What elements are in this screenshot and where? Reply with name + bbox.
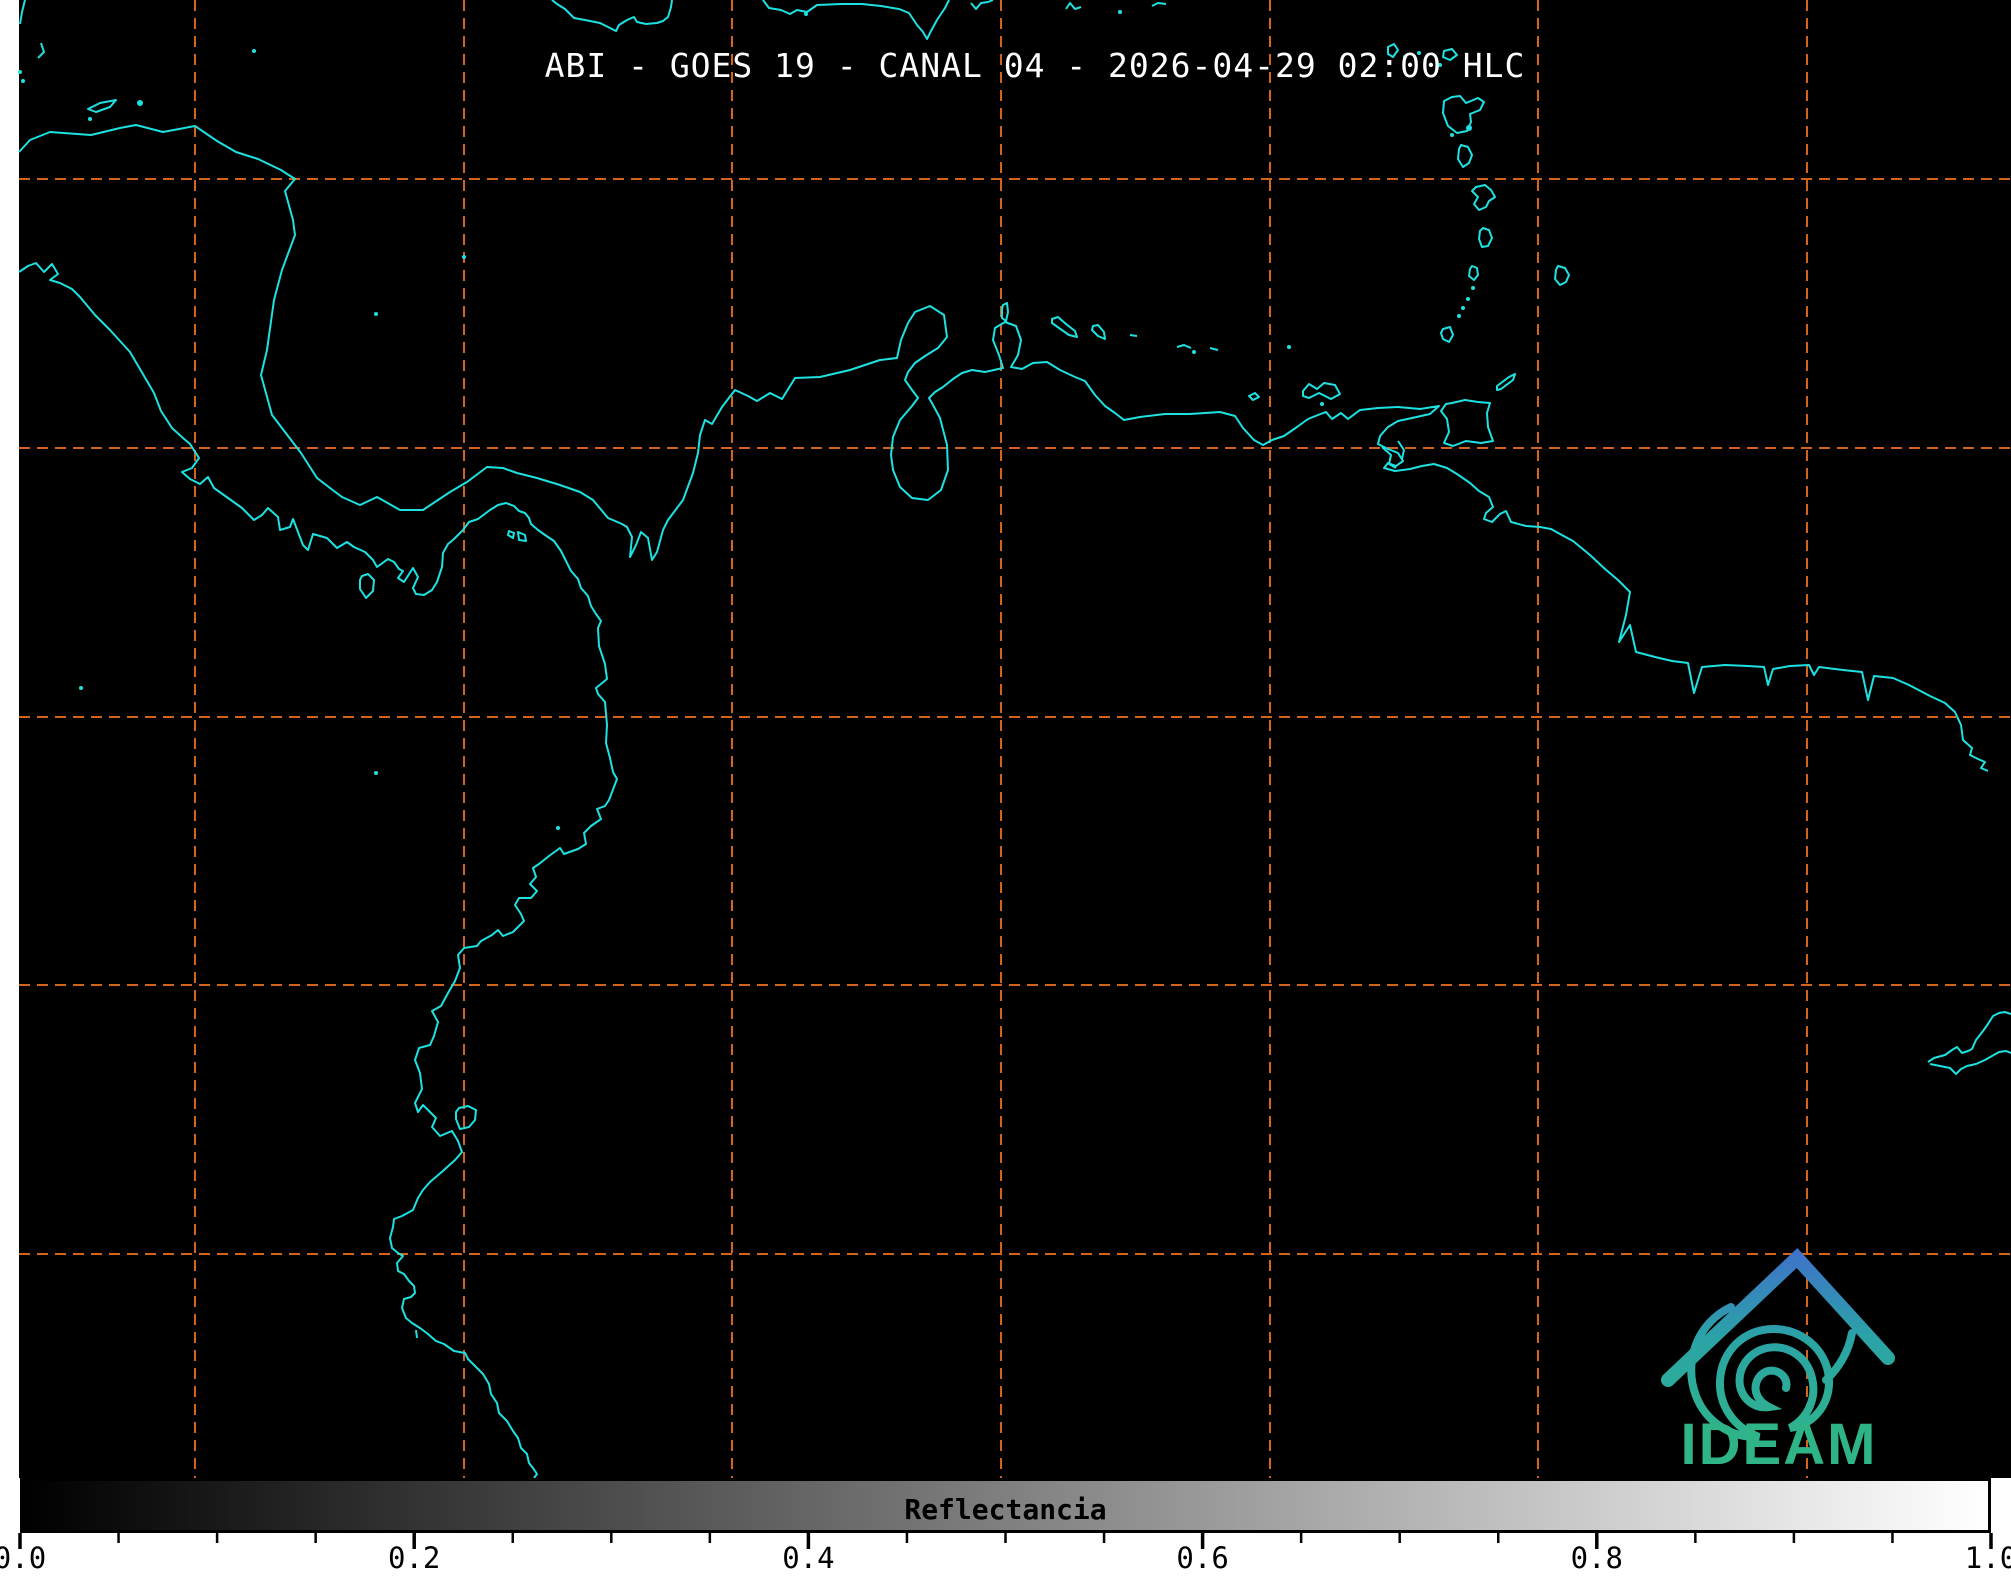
- satellite-viewer: ABI - GOES 19 - CANAL 04 - 2026-04-29 02…: [0, 0, 2011, 1577]
- colorbar-tick-label: 0.0: [0, 1541, 47, 1575]
- colorbar-band: Reflectancia 0.0 0.2 0.4 0.6 0.8 1.0: [0, 1478, 2011, 1577]
- colorbar-tick-label: 0.4: [782, 1541, 835, 1575]
- colorbar-tick-label: 0.8: [1570, 1541, 1623, 1575]
- ideam-logo-text: IDEAM: [1681, 1412, 1878, 1477]
- ideam-logo: IDEAM: [1661, 1248, 1895, 1477]
- image-title: ABI - GOES 19 - CANAL 04 - 2026-04-29 02…: [544, 46, 1526, 85]
- colorbar-ticks: [18, 1533, 1993, 1549]
- colorbar-tick-label: 0.2: [387, 1541, 441, 1575]
- colorbar-tick-label: 0.6: [1176, 1541, 1229, 1575]
- colorbar-tick-label: 1.0: [1964, 1541, 2011, 1575]
- colorbar-label: Reflectancia: [904, 1493, 1107, 1526]
- reflectance-colorbar: Reflectancia: [20, 1478, 1991, 1533]
- ideam-mountain-icon: [1661, 1248, 1895, 1442]
